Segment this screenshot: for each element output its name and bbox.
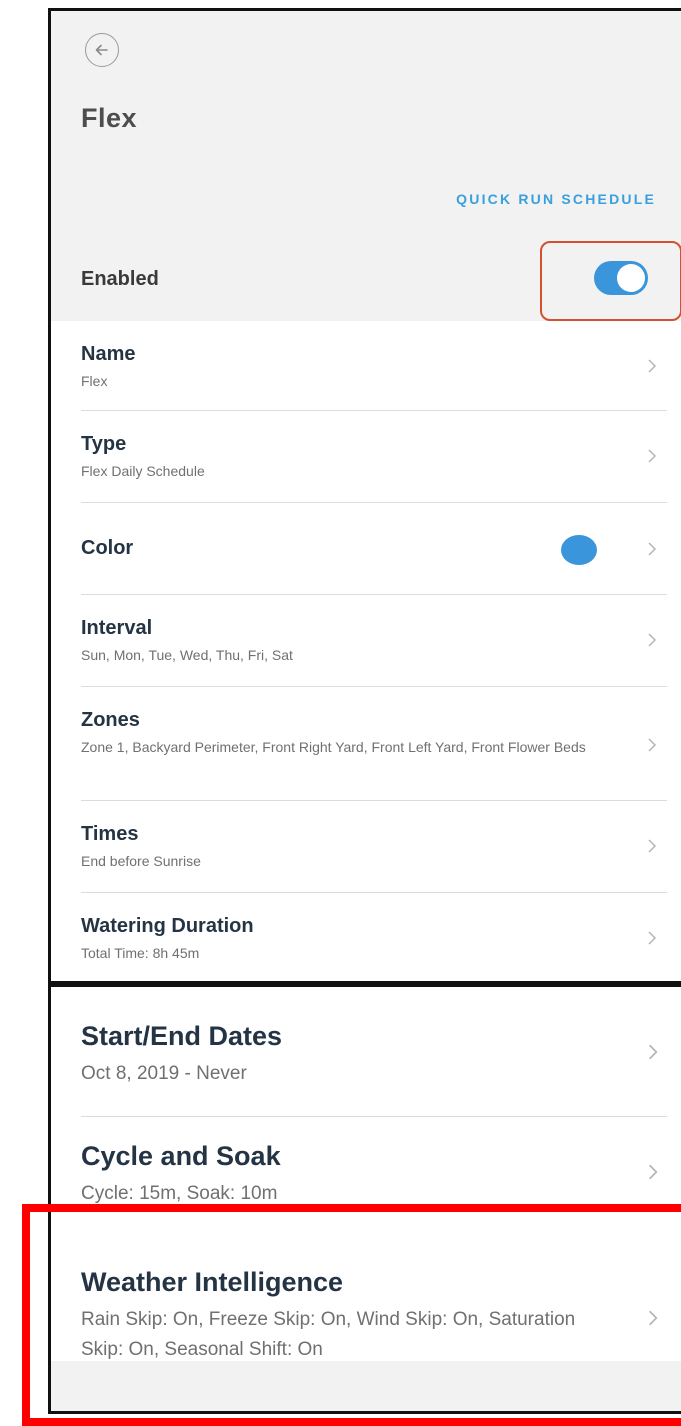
chevron-right-icon xyxy=(647,358,657,373)
row-title: Type xyxy=(81,433,127,455)
row-title: Color xyxy=(81,537,134,559)
color-swatch xyxy=(561,535,597,565)
setting-row-name[interactable]: Name Flex xyxy=(81,321,667,411)
setting-row-zones[interactable]: Zones Zone 1, Backyard Perimeter, Front … xyxy=(81,687,667,801)
schedule-screen-top: Flex QUICK RUN SCHEDULE Enabled Name Fle… xyxy=(48,8,681,984)
row-title: Name xyxy=(81,343,136,365)
back-button[interactable] xyxy=(85,33,119,67)
setting-row-interval[interactable]: Interval Sun, Mon, Tue, Wed, Thu, Fri, S… xyxy=(81,595,667,687)
quick-run-schedule-link[interactable]: QUICK RUN SCHEDULE xyxy=(456,191,656,207)
row-title: Start/End Dates xyxy=(81,1021,283,1051)
row-title: Watering Duration xyxy=(81,915,254,937)
row-title: Interval xyxy=(81,617,153,639)
row-title: Zones xyxy=(81,709,140,731)
chevron-right-icon xyxy=(647,448,657,463)
chevron-right-icon xyxy=(647,1163,658,1180)
setting-row-color[interactable]: Color xyxy=(81,503,667,595)
row-value: Flex xyxy=(81,373,108,389)
enabled-label: Enabled xyxy=(81,268,159,290)
setting-row-times[interactable]: Times End before Sunrise xyxy=(81,801,667,893)
row-value: Oct 8, 2019 - Never xyxy=(81,1063,247,1084)
screenshot: Flex QUICK RUN SCHEDULE Enabled Name Fle… xyxy=(0,0,681,1426)
toggle-highlight-box xyxy=(540,241,681,321)
arrow-left-circle-icon xyxy=(95,44,108,56)
weather-intelligence-highlight-box xyxy=(22,1204,681,1426)
row-title: Times xyxy=(81,823,139,845)
chevron-right-icon xyxy=(647,632,657,647)
row-title: Cycle and Soak xyxy=(81,1141,281,1171)
setting-row-type[interactable]: Type Flex Daily Schedule xyxy=(81,411,667,503)
chevron-right-icon xyxy=(647,1043,658,1060)
chevron-right-icon xyxy=(647,838,657,853)
row-value: Total Time: 8h 45m xyxy=(81,945,200,961)
row-value: End before Sunrise xyxy=(81,853,201,869)
row-value: Flex Daily Schedule xyxy=(81,463,205,479)
row-value: Zone 1, Backyard Perimeter, Front Right … xyxy=(81,739,586,755)
chevron-right-icon xyxy=(647,930,657,945)
chevron-right-icon xyxy=(647,541,657,556)
setting-row-start-end-dates[interactable]: Start/End Dates Oct 8, 2019 - Never xyxy=(81,1007,667,1117)
setting-row-watering-duration[interactable]: Watering Duration Total Time: 8h 45m xyxy=(81,893,667,981)
page-title: Flex xyxy=(81,103,138,133)
row-value: Sun, Mon, Tue, Wed, Thu, Fri, Sat xyxy=(81,647,293,663)
chevron-right-icon xyxy=(647,737,657,752)
